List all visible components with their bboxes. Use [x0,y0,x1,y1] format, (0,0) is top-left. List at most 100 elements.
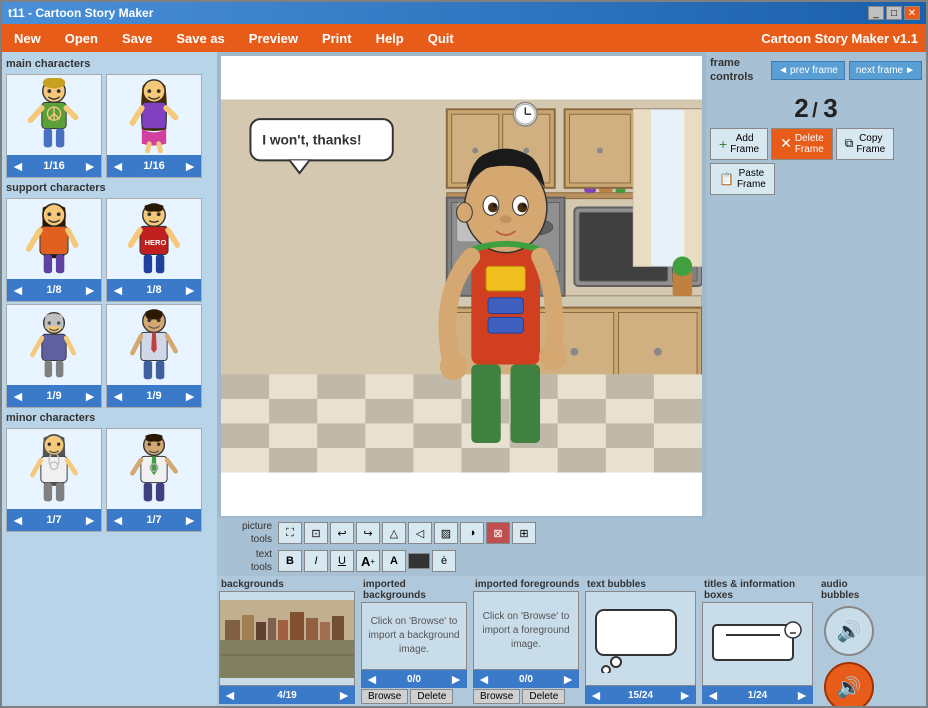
tool-italic[interactable]: I [304,550,328,572]
tool-underline[interactable]: U [330,550,354,572]
scene-area: I won't, thanks! [221,56,702,516]
menu-save[interactable]: Save [118,29,156,48]
char-minor2-next[interactable]: ► [183,512,197,528]
bg-prev-arrow[interactable]: ◄ [223,687,237,703]
imported-bg-placeholder: Click on 'Browse' to import a background… [362,611,466,661]
char-main1[interactable]: ◄ 1/16 ► [6,74,102,178]
next-frame-button[interactable]: next frame ► [849,61,922,80]
ifg-next-arrow[interactable]: ► [561,671,575,687]
char-main2-next[interactable]: ► [183,158,197,174]
bg-browse-button[interactable]: Browse [361,689,408,704]
close-button[interactable]: ✕ [904,6,920,20]
char-support1-prev[interactable]: ◄ [11,282,25,298]
tool-expand[interactable]: ⛶ [278,522,302,544]
menu-help[interactable]: Help [372,29,408,48]
char-support3[interactable]: ◄ 1/9 ► [6,304,102,408]
tool-redo[interactable]: ↪ [356,522,380,544]
menu-print[interactable]: Print [318,29,356,48]
audio-btn-2[interactable]: 🔊 [824,662,874,706]
char-main1-next[interactable]: ► [83,158,97,174]
tool-move[interactable]: ⊞ [512,522,536,544]
char-minor2-svg [119,432,189,507]
ti-prev-arrow[interactable]: ◄ [706,687,720,703]
ibg-next-arrow[interactable]: ► [449,671,463,687]
menu-save-as[interactable]: Save as [172,29,228,48]
char-support2-next[interactable]: ► [183,282,197,298]
tool-bold[interactable]: B [278,550,302,572]
char-minor1-img [7,429,101,509]
app-window: t11 - Cartoon Story Maker _ □ ✕ New Open… [0,0,928,708]
ti-next-arrow[interactable]: ► [795,687,809,703]
char-minor2[interactable]: ◄ 1/7 ► [106,428,202,532]
menu-open[interactable]: Open [61,29,102,48]
char-support4-prev[interactable]: ◄ [111,388,125,404]
fg-delete-button[interactable]: Delete [522,689,565,704]
char-main1-prev[interactable]: ◄ [11,158,25,174]
char-support2[interactable]: HERO ◄ 1/8 ► [106,198,202,302]
char-main1-img [7,75,101,155]
tool-triangle[interactable]: △ [382,522,406,544]
bg-next-arrow[interactable]: ► [337,687,351,703]
bg-delete-button[interactable]: Delete [410,689,453,704]
char-support2-prev[interactable]: ◄ [111,282,125,298]
char-support4[interactable]: ◄ 1/9 ► [106,304,202,408]
char-minor2-prev[interactable]: ◄ [111,512,125,528]
paste-frame-button[interactable]: 📋 Paste Frame [710,163,775,195]
tool-contrast[interactable]: ◑ [460,522,484,544]
char-support1[interactable]: ◄ 1/8 ► [6,198,102,302]
menu-preview[interactable]: Preview [245,29,302,48]
tool-undo[interactable]: ↩ [330,522,354,544]
prev-frame-button[interactable]: ◄ prev frame [771,61,845,80]
ifg-count: 0/0 [519,674,533,685]
tool-delete-pic[interactable]: ⊠ [486,522,510,544]
menu-new[interactable]: New [10,29,45,48]
char-support4-next[interactable]: ► [183,388,197,404]
minimize-button[interactable]: _ [868,6,884,20]
char-main2-nav: ◄ 1/16 ► [107,155,201,177]
ibg-count: 0/0 [407,674,421,685]
imported-fg-placeholder: Click on 'Browse' to import a foreground… [474,606,578,656]
title-bar: t11 - Cartoon Story Maker _ □ ✕ [2,2,926,24]
backgrounds-label: backgrounds [219,578,359,591]
imported-fg-buttons: Browse Delete [473,689,583,704]
minor-chars-row: ◄ 1/7 ► [6,428,213,532]
support-chars-label: support characters [6,180,213,196]
menu-quit[interactable]: Quit [424,29,458,48]
char-support3-next[interactable]: ► [83,388,97,404]
char-minor1-svg [19,432,89,507]
tool-shrink-text[interactable]: A [382,550,406,572]
fg-browse-button[interactable]: Browse [473,689,520,704]
tool-special-char[interactable]: è [432,550,456,572]
tool-mirror[interactable]: ◁ [408,522,432,544]
add-frame-button[interactable]: + Add Frame [710,128,768,160]
ifg-prev-arrow[interactable]: ◄ [477,671,491,687]
prev-arrow-icon: ◄ [778,65,788,76]
kitchen-scene-svg: I won't, thanks! [221,56,702,516]
tool-color-box[interactable] [408,553,430,569]
tool-shrink[interactable]: ⊡ [304,522,328,544]
tb-next-arrow[interactable]: ► [678,687,692,703]
main-chars-row: ◄ 1/16 ► [6,74,213,178]
imported-bg-content: Click on 'Browse' to import a background… [361,602,467,670]
char-support3-prev[interactable]: ◄ [11,388,25,404]
char-main2[interactable]: ◄ 1/16 ► [106,74,202,178]
tb-prev-arrow[interactable]: ◄ [589,687,603,703]
tool-shade[interactable]: ▨ [434,522,458,544]
char-minor1[interactable]: ◄ 1/7 ► [6,428,102,532]
text-bubbles-nav: ◄ 15/24 ► [585,686,696,704]
ibg-prev-arrow[interactable]: ◄ [365,671,379,687]
paste-icon: 📋 [719,172,734,186]
add-icon: + [719,136,727,152]
delete-frame-button[interactable]: ✕ Delete Frame [771,128,833,160]
char-minor1-next[interactable]: ► [83,512,97,528]
tool-grow[interactable]: A+ [356,550,380,572]
copy-frame-button[interactable]: ⧉ Copy Frame [836,128,894,160]
main-content: main characters [2,52,926,706]
char-support2-img: HERO [107,199,201,279]
maximize-button[interactable]: □ [886,6,902,20]
audio-btn-1[interactable]: 🔊 [824,606,874,656]
char-main2-prev[interactable]: ◄ [111,158,125,174]
char-support1-next[interactable]: ► [83,282,97,298]
imported-bg-label: imported backgrounds [361,578,471,602]
char-minor1-prev[interactable]: ◄ [11,512,25,528]
